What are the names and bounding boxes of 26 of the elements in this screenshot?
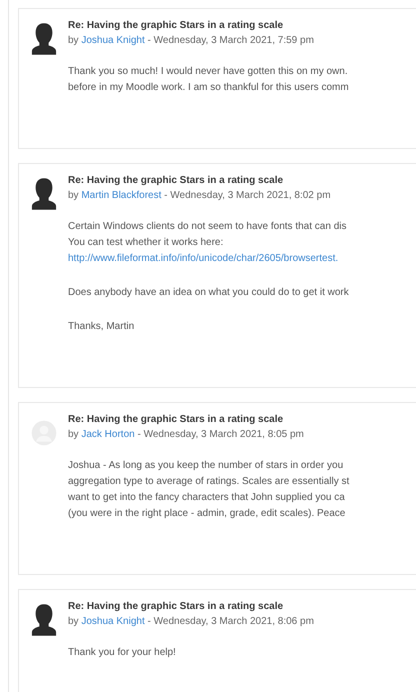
byline-label: by <box>68 35 79 46</box>
post-paragraph: Certain Windows clients do not seem to have fonts that can dis You can test whether it works here: <box>68 220 348 250</box>
byline-label: by <box>68 190 79 201</box>
author-link[interactable]: Martin Blackforest <box>81 190 162 201</box>
post-date: - Wednesday, 3 March 2021, 8:06 pm <box>148 616 314 627</box>
author-link[interactable]: Joshua Knight <box>81 35 145 46</box>
post-paragraph: Thank you for your help! <box>68 646 177 660</box>
user-silhouette-icon <box>31 22 57 56</box>
post-paragraph: Thank you so much! I would never have gotten this on my own. before in my Moodle work. I am so thankful for this users comm <box>68 65 350 95</box>
post-date: - Wednesday, 3 March 2021, 7:59 pm <box>148 35 314 46</box>
post-date: - Wednesday, 3 March 2021, 8:05 pm <box>137 429 304 440</box>
post-subject: Re: Having the graphic Stars in a rating scale <box>68 174 284 188</box>
post-paragraph: Thanks, Martin <box>68 320 136 334</box>
user-silhouette-icon <box>31 603 57 637</box>
url-link[interactable]: http://www.fileformat.info/info/unicode/char/2605/browsertest. <box>68 251 416 267</box>
author-link[interactable]: Jack Horton <box>81 429 135 440</box>
post-subject: Re: Having the graphic Stars in a rating scale <box>68 600 284 614</box>
byline-label: by <box>68 616 79 627</box>
user-silhouette-icon <box>31 177 57 211</box>
post-subject: Re: Having the graphic Stars in a rating scale <box>68 413 284 427</box>
post-paragraph: Joshua - As long as you keep the number of stars in order you aggregation type to average of ratings. Scales are essentially st want to get into the fancy characters that John supplied you ca (you were in the right place - admin, grade, edit scales). Peace <box>68 459 350 521</box>
author-link[interactable]: Joshua Knight <box>81 616 145 627</box>
post-subject: Re: Having the graphic Stars in a rating scale <box>68 19 284 33</box>
byline-label: by <box>68 429 79 440</box>
post-paragraph: Does anybody have an idea on what you could do to get it work <box>68 286 350 300</box>
post-date: - Wednesday, 3 March 2021, 8:02 pm <box>164 190 331 201</box>
